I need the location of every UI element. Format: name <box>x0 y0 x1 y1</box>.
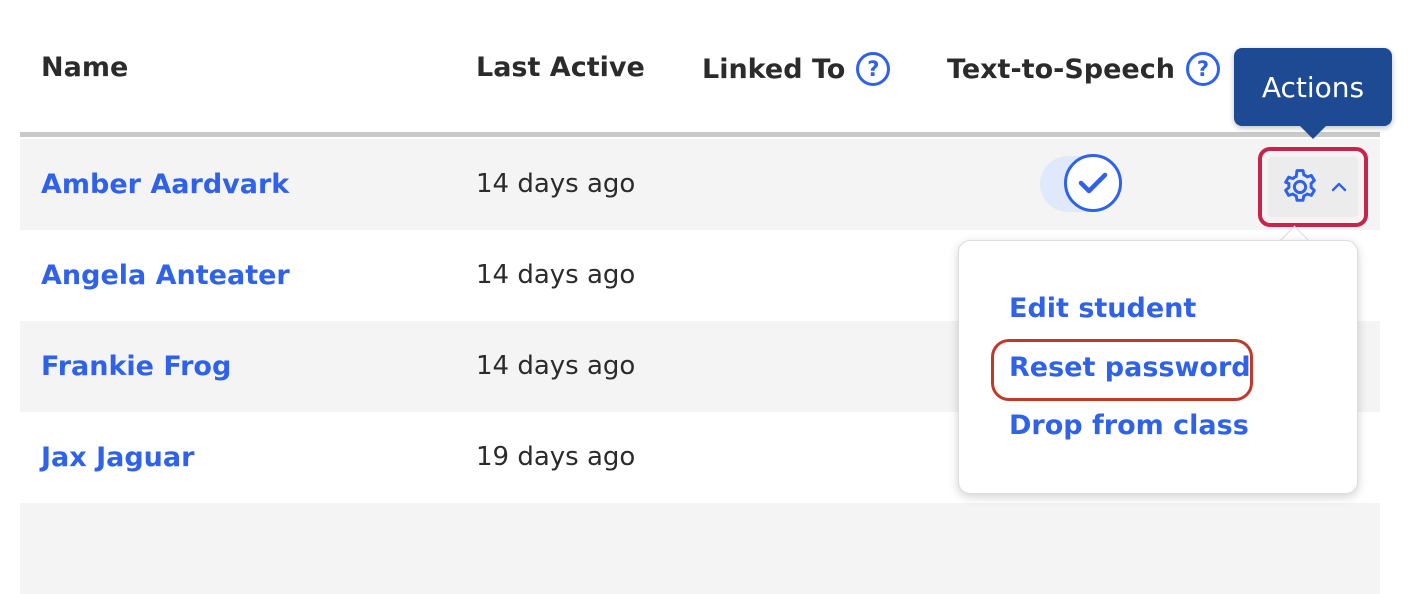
column-header-text-to-speech: Text-to-Speech ? <box>947 52 1220 86</box>
actions-tooltip: Actions <box>1234 48 1392 126</box>
last-active-value: 14 days ago <box>476 260 636 290</box>
question-circle-icon[interactable]: ? <box>1185 52 1220 86</box>
menu-item-drop-from-class[interactable]: Drop from class <box>1009 410 1249 441</box>
text-to-speech-toggle[interactable] <box>1040 154 1122 212</box>
check-icon <box>1078 172 1108 194</box>
gear-icon <box>1284 169 1316 202</box>
column-header-last-active[interactable]: Last Active <box>476 52 645 83</box>
last-active-value: 14 days ago <box>476 169 636 199</box>
last-active-value: 14 days ago <box>476 351 636 381</box>
table-header: Name Last Active Linked To ? Text-to-Spe… <box>20 0 1380 132</box>
menu-item-reset-password[interactable]: Reset password <box>1009 352 1251 383</box>
menu-item-edit-student[interactable]: Edit student <box>1009 293 1196 324</box>
student-name-link[interactable]: Frankie Frog <box>41 321 231 412</box>
table-row: Amber Aardvark 14 days ago <box>20 139 1380 230</box>
actions-menu: Edit student Reset password Drop from cl… <box>958 240 1358 494</box>
chevron-up-icon <box>1331 182 1347 192</box>
student-name-link[interactable]: Amber Aardvark <box>41 139 289 230</box>
student-name-link[interactable]: Jax Jaguar <box>41 412 194 503</box>
column-header-linked-to: Linked To ? <box>702 52 891 86</box>
actions-button[interactable] <box>1258 147 1368 227</box>
question-circle-icon[interactable]: ? <box>856 52 891 86</box>
tooltip-arrow <box>1300 126 1326 139</box>
student-name-link[interactable]: Angela Anteater <box>41 230 290 321</box>
column-header-name[interactable]: Name <box>41 52 128 83</box>
last-active-value: 19 days ago <box>476 442 636 472</box>
header-divider <box>20 132 1380 137</box>
toggle-knob <box>1064 154 1122 212</box>
table-row <box>20 503 1380 594</box>
